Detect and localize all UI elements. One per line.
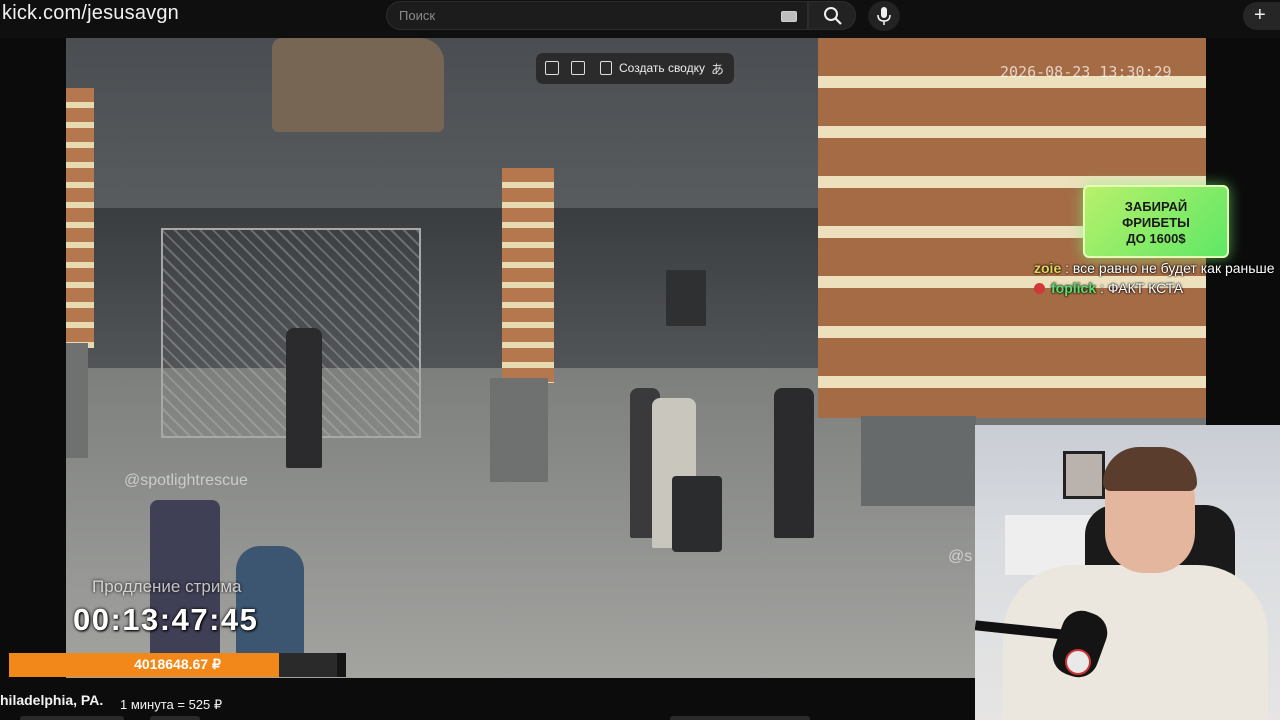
- chat-username: zoie: [1034, 260, 1062, 276]
- search-box[interactable]: Поиск: [386, 1, 808, 30]
- donation-goal-amount: 4018648.67 ₽: [134, 656, 221, 672]
- person-walking: [774, 388, 814, 538]
- chat-message: zoie : все равно не будет как раньше: [1030, 258, 1280, 278]
- donation-goal-bar: 4018648.67 ₽: [9, 653, 346, 677]
- watermark-right: @s: [948, 548, 973, 565]
- trash-can: [666, 270, 706, 326]
- wall-picture: [1063, 451, 1105, 499]
- chat-text: все равно не будет как раньше: [1072, 260, 1275, 276]
- channel-url[interactable]: kick.com/jesusavgn: [2, 2, 179, 25]
- search-icon: [824, 7, 842, 25]
- parked-van: [272, 38, 444, 132]
- mic-logo-icon: [1065, 649, 1091, 675]
- streamer-body: [1003, 565, 1268, 720]
- search-button[interactable]: [808, 1, 856, 30]
- suitcase: [672, 476, 722, 552]
- picture-in-picture-icon[interactable]: [545, 61, 559, 75]
- streamer-webcam: [975, 425, 1280, 720]
- pillar-left-base: [66, 343, 88, 458]
- stream-extension-label: Продление стрима: [92, 577, 242, 596]
- promo-line-2: ФРИБЕТЫ: [1122, 215, 1190, 230]
- promo-banner[interactable]: ЗАБИРАЙ ФРИБЕТЫ ДО 1600$: [1083, 185, 1229, 258]
- person-cart: [286, 328, 322, 468]
- video-toolbar: Создать сводку あ: [536, 53, 734, 84]
- chat-message: foplick : ФАКТ КСТА: [1030, 278, 1280, 298]
- promo-line-1: ЗАБИРАЙ: [1124, 199, 1188, 214]
- pillar-left: [66, 88, 94, 348]
- voice-search-button[interactable]: [868, 1, 900, 31]
- bottom-control[interactable]: [20, 716, 124, 720]
- create-button[interactable]: +: [1243, 2, 1280, 30]
- search-input[interactable]: Поиск: [399, 8, 435, 23]
- chat-badge-icon: [1034, 283, 1045, 294]
- chat-separator: :: [1096, 280, 1108, 296]
- translate-icon[interactable]: あ: [711, 59, 724, 78]
- chat-text: ФАКТ КСТА: [1107, 280, 1184, 296]
- chat-overlay: zoie : все равно не будет как раньше fop…: [1030, 258, 1280, 298]
- mic-icon: [877, 7, 891, 25]
- keyboard-icon[interactable]: [781, 11, 797, 22]
- pillar-center-base: [490, 378, 548, 482]
- video-frame-icon[interactable]: [571, 61, 585, 75]
- mailbox: [236, 546, 304, 656]
- location-text: hiladelphia, PA.: [0, 692, 104, 708]
- promo-text: ЗАБИРАЙ ФРИБЕТЫ ДО 1600$: [1085, 199, 1227, 247]
- create-summary-button[interactable]: Создать сводку: [619, 61, 705, 75]
- watermark-left: @spotlightrescue: [124, 472, 248, 489]
- chat-username: foplick: [1051, 280, 1097, 296]
- top-bar: kick.com/jesusavgn Поиск +: [0, 0, 1280, 38]
- stream-timer: 00:13:47:45: [73, 602, 259, 637]
- goal-bar-end: [337, 653, 346, 677]
- document-icon[interactable]: [600, 61, 612, 75]
- rate-text: 1 минута = 525 ₽: [120, 697, 223, 712]
- building-base: [861, 416, 976, 506]
- chat-separator: :: [1061, 260, 1073, 276]
- pillar-center: [502, 168, 554, 383]
- streamer-hair: [1103, 447, 1197, 491]
- bottom-control[interactable]: [150, 716, 200, 720]
- bottom-control[interactable]: [670, 716, 810, 720]
- promo-line-3: ДО 1600$: [1126, 231, 1186, 246]
- camera-timestamp: 2026-08-23 13:30:29: [1000, 63, 1172, 81]
